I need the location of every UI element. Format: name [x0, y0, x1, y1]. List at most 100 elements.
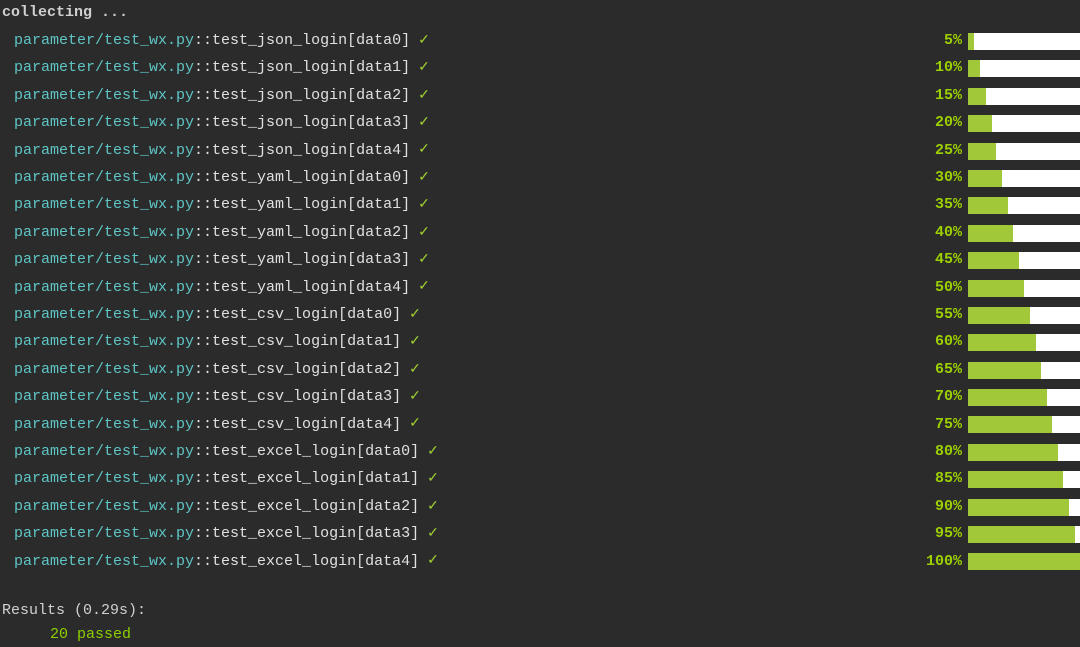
check-icon: ✓ [418, 113, 430, 134]
test-separator: :: [194, 414, 212, 437]
progress-bar-fill [968, 526, 1075, 543]
test-line: parameter/test_wx.py::test_json_login[da… [0, 28, 1080, 55]
progress-percent: 75% [924, 414, 962, 437]
test-name: test_json_login[data4] [212, 140, 410, 163]
progress-percent: 60% [924, 331, 962, 354]
test-file-path: parameter/test_wx.py [14, 441, 194, 464]
test-line: parameter/test_wx.py::test_json_login[da… [0, 110, 1080, 137]
test-line: parameter/test_wx.py::test_json_login[da… [0, 55, 1080, 82]
passed-count: 20 [50, 626, 68, 643]
progress-bar-fill [968, 416, 1052, 433]
test-file-path: parameter/test_wx.py [14, 414, 194, 437]
test-file-path: parameter/test_wx.py [14, 30, 194, 53]
test-line: parameter/test_wx.py::test_json_login[da… [0, 137, 1080, 164]
test-line: parameter/test_wx.py::test_excel_login[d… [0, 548, 1080, 575]
test-name: test_csv_login[data1] [212, 331, 401, 354]
check-icon: ✓ [418, 86, 430, 107]
test-file-path: parameter/test_wx.py [14, 222, 194, 245]
check-icon: ✓ [427, 469, 439, 490]
test-name: test_csv_login[data4] [212, 414, 401, 437]
progress-percent: 40% [924, 222, 962, 245]
progress-bar-fill [968, 225, 1013, 242]
test-file-path: parameter/test_wx.py [14, 496, 194, 519]
test-file-path: parameter/test_wx.py [14, 359, 194, 382]
progress-bar [968, 170, 1080, 187]
progress-percent: 5% [924, 30, 962, 53]
progress-bar [968, 252, 1080, 269]
test-separator: :: [194, 551, 212, 574]
progress-bar-fill [968, 143, 996, 160]
test-line: parameter/test_wx.py::test_excel_login[d… [0, 466, 1080, 493]
progress-bar-fill [968, 60, 980, 77]
test-name: test_json_login[data3] [212, 112, 410, 135]
test-file-path: parameter/test_wx.py [14, 85, 194, 108]
test-separator: :: [194, 112, 212, 135]
test-file-path: parameter/test_wx.py [14, 304, 194, 327]
progress-percent: 95% [924, 523, 962, 546]
test-separator: :: [194, 441, 212, 464]
test-separator: :: [194, 277, 212, 300]
test-name: test_yaml_login[data1] [212, 194, 410, 217]
test-line: parameter/test_wx.py::test_csv_login[dat… [0, 329, 1080, 356]
progress-bar [968, 88, 1080, 105]
test-separator: :: [194, 57, 212, 80]
test-file-path: parameter/test_wx.py [14, 386, 194, 409]
test-file-path: parameter/test_wx.py [14, 331, 194, 354]
test-line: parameter/test_wx.py::test_excel_login[d… [0, 521, 1080, 548]
test-file-path: parameter/test_wx.py [14, 57, 194, 80]
test-name: test_excel_login[data4] [212, 551, 419, 574]
progress-bar-fill [968, 334, 1036, 351]
progress-bar [968, 60, 1080, 77]
test-line: parameter/test_wx.py::test_excel_login[d… [0, 493, 1080, 520]
test-separator: :: [194, 304, 212, 327]
test-name: test_excel_login[data2] [212, 496, 419, 519]
test-file-path: parameter/test_wx.py [14, 194, 194, 217]
test-file-path: parameter/test_wx.py [14, 551, 194, 574]
test-name: test_yaml_login[data4] [212, 277, 410, 300]
test-separator: :: [194, 386, 212, 409]
check-icon: ✓ [418, 168, 430, 189]
test-separator: :: [194, 523, 212, 546]
check-icon: ✓ [427, 551, 439, 572]
test-separator: :: [194, 85, 212, 108]
progress-bar-fill [968, 197, 1008, 214]
progress-bar [968, 33, 1080, 50]
test-separator: :: [194, 194, 212, 217]
test-separator: :: [194, 331, 212, 354]
test-line: parameter/test_wx.py::test_yaml_login[da… [0, 247, 1080, 274]
check-icon: ✓ [427, 524, 439, 545]
test-line: parameter/test_wx.py::test_csv_login[dat… [0, 302, 1080, 329]
check-icon: ✓ [418, 223, 430, 244]
progress-bar-fill [968, 280, 1024, 297]
progress-percent: 85% [924, 468, 962, 491]
progress-bar [968, 225, 1080, 242]
progress-bar-fill [968, 115, 992, 132]
test-line: parameter/test_wx.py::test_csv_login[dat… [0, 384, 1080, 411]
progress-bar [968, 143, 1080, 160]
progress-bar [968, 115, 1080, 132]
test-name: test_csv_login[data0] [212, 304, 401, 327]
progress-bar [968, 362, 1080, 379]
check-icon: ✓ [418, 58, 430, 79]
progress-bar [968, 389, 1080, 406]
progress-percent: 90% [924, 496, 962, 519]
progress-bar-fill [968, 88, 986, 105]
progress-bar [968, 307, 1080, 324]
progress-percent: 20% [924, 112, 962, 135]
test-line: parameter/test_wx.py::test_csv_login[dat… [0, 411, 1080, 438]
test-line: parameter/test_wx.py::test_yaml_login[da… [0, 165, 1080, 192]
test-name: test_json_login[data2] [212, 85, 410, 108]
check-icon: ✓ [409, 360, 421, 381]
test-file-path: parameter/test_wx.py [14, 523, 194, 546]
test-line: parameter/test_wx.py::test_yaml_login[da… [0, 192, 1080, 219]
results-header: Results (0.29s): [0, 600, 1080, 623]
progress-bar [968, 416, 1080, 433]
test-file-path: parameter/test_wx.py [14, 140, 194, 163]
test-name: test_yaml_login[data0] [212, 167, 410, 190]
test-name: test_excel_login[data3] [212, 523, 419, 546]
test-separator: :: [194, 30, 212, 53]
progress-bar [968, 444, 1080, 461]
test-line: parameter/test_wx.py::test_yaml_login[da… [0, 220, 1080, 247]
check-icon: ✓ [418, 277, 430, 298]
test-file-path: parameter/test_wx.py [14, 277, 194, 300]
